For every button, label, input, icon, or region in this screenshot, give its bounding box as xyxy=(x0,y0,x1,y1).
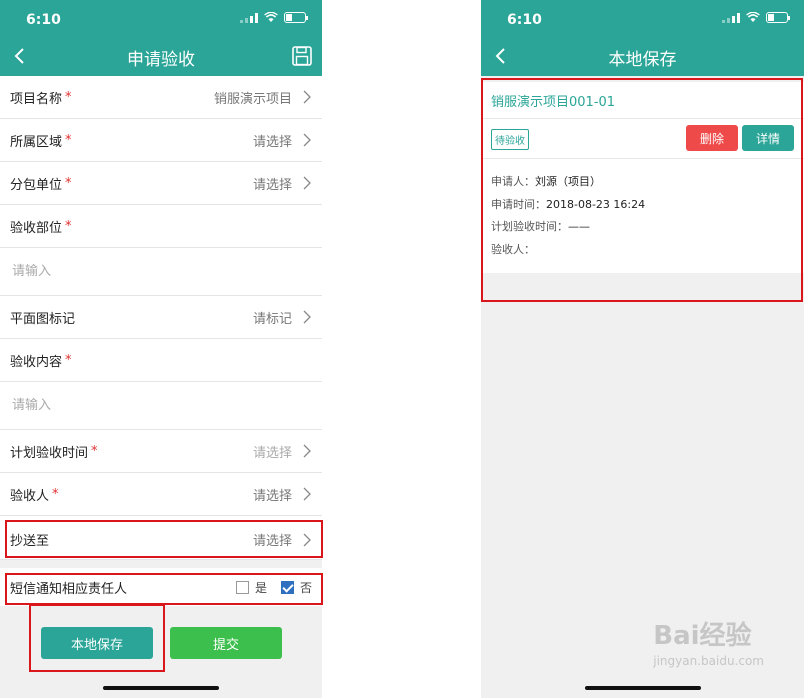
inspector-row[interactable]: 验收人 * 请选择 xyxy=(0,473,322,516)
back-arrow-icon[interactable] xyxy=(8,44,32,68)
plan-mark-row[interactable]: 平面图标记 请标记 xyxy=(0,296,322,339)
sms-options: 是 否 xyxy=(235,579,312,596)
applicant-line: 申请人：刘源（项目） xyxy=(491,171,794,194)
row-label: 平面图标记 xyxy=(10,311,76,327)
required-mark: * xyxy=(65,175,72,191)
apply-time-value: 2018-08-23 16:24 xyxy=(546,197,646,211)
right-phone-screen: 6:10 本地保存 销服演示项目001-01 待验收 删除 详情 申请人：刘源（… xyxy=(481,0,804,698)
sms-yes-label: 是 xyxy=(254,580,267,595)
apply-time-label: 申请时间： xyxy=(491,197,546,211)
required-mark: * xyxy=(52,486,59,502)
accept-part-input[interactable]: 请输入 xyxy=(0,248,322,296)
status-time: 6:10 xyxy=(507,12,542,28)
watermark-text: Bai经验 xyxy=(653,621,752,651)
inspector-line: 验收人： xyxy=(491,239,794,262)
page-title: 本地保存 xyxy=(608,49,677,70)
inspector-label: 验收人： xyxy=(491,242,535,256)
system-icons xyxy=(240,12,308,23)
signal-icon xyxy=(240,12,258,23)
accept-part-row: 验收部位 * xyxy=(0,205,322,248)
sms-label: 短信通知相应责任人 xyxy=(10,581,128,597)
plan-time-value: —— xyxy=(568,220,590,233)
home-indicator xyxy=(103,686,219,690)
row-value: 请选择 xyxy=(252,177,292,193)
required-mark: * xyxy=(65,218,72,234)
accept-form: 项目名称 * 销服演示项目 所属区域 * 请选择 分包单位 * 请选择 验收部位 * 请… xyxy=(0,76,322,560)
plan-time-label: 计划验收时间： xyxy=(491,220,568,233)
required-mark: * xyxy=(91,443,98,459)
battery-icon xyxy=(284,12,308,23)
signal-icon xyxy=(722,12,740,23)
submit-button[interactable]: 提交 xyxy=(170,627,282,659)
apply-time-line: 申请时间：2018-08-23 16:24 xyxy=(491,194,794,217)
project-title: 销服演示项目001-01 xyxy=(481,82,804,119)
cc-row[interactable]: 抄送至 请选择 xyxy=(0,516,322,560)
row-value: 请选择 xyxy=(252,445,292,461)
required-mark: * xyxy=(65,89,72,105)
wifi-icon xyxy=(746,12,760,22)
card-info: 申请人：刘源（项目） 申请时间：2018-08-23 16:24 计划验收时间：… xyxy=(481,159,804,273)
sms-notify-row: 短信通知相应责任人 是 否 xyxy=(0,568,322,606)
delete-button[interactable]: 删除 xyxy=(686,125,738,151)
save-disk-icon[interactable] xyxy=(292,46,312,66)
detail-button[interactable]: 详情 xyxy=(742,125,794,151)
row-label: 验收部位 xyxy=(10,220,63,236)
chevron-right-icon xyxy=(303,444,311,458)
required-mark: * xyxy=(65,352,72,368)
nav-bar: 本地保存 xyxy=(481,38,804,76)
chevron-right-icon xyxy=(303,310,311,324)
row-label: 计划验收时间 xyxy=(10,445,89,461)
chevron-right-icon xyxy=(303,133,311,147)
row-value: 请标记 xyxy=(252,311,292,327)
row-label: 项目名称 xyxy=(10,91,63,107)
status-bar: 6:10 xyxy=(481,0,804,38)
card-actions: 待验收 删除 详情 xyxy=(481,119,804,159)
sms-no-label: 否 xyxy=(299,580,312,595)
saved-item-card[interactable]: 销服演示项目001-01 待验收 删除 详情 申请人：刘源（项目） 申请时间：2… xyxy=(481,82,804,273)
back-arrow-icon[interactable] xyxy=(489,44,513,68)
region-row[interactable]: 所属区域 * 请选择 xyxy=(0,119,322,162)
applicant-label: 申请人： xyxy=(491,175,535,188)
sms-no-checkbox[interactable] xyxy=(280,580,294,594)
system-icons xyxy=(722,12,790,23)
accept-content-input[interactable]: 请输入 xyxy=(0,382,322,430)
chevron-right-icon xyxy=(303,90,311,104)
status-time: 6:10 xyxy=(26,12,61,28)
watermark-url: jingyan.baidu.com xyxy=(653,654,764,668)
left-phone-screen: 6:10 申请验收 项目名称 * 销服演示项目 所属区域 * 请选择 分包单位 * 请… xyxy=(0,0,322,698)
row-value: 请选择 xyxy=(252,534,292,549)
status-badge: 待验收 xyxy=(491,129,529,150)
battery-icon xyxy=(766,12,790,23)
chevron-right-icon xyxy=(303,487,311,501)
local-save-button[interactable]: 本地保存 xyxy=(41,627,153,659)
project-name-row[interactable]: 项目名称 * 销服演示项目 xyxy=(0,76,322,119)
home-indicator xyxy=(585,686,701,690)
plan-time-line: 计划验收时间：—— xyxy=(491,216,794,239)
row-label: 抄送至 xyxy=(10,534,50,549)
baidu-watermark: Bai经验 jingyan.baidu.com xyxy=(653,615,764,668)
row-label: 验收人 xyxy=(10,488,50,504)
chevron-right-icon xyxy=(303,533,311,546)
plan-time-row[interactable]: 计划验收时间 * 请选择 xyxy=(0,430,322,473)
row-label: 验收内容 xyxy=(10,354,63,370)
applicant-value: 刘源（项目） xyxy=(535,175,601,188)
subcontractor-row[interactable]: 分包单位 * 请选择 xyxy=(0,162,322,205)
required-mark: * xyxy=(65,132,72,148)
row-value: 销服演示项目 xyxy=(213,91,292,107)
status-bar: 6:10 xyxy=(0,0,322,38)
page-title: 申请验收 xyxy=(127,49,195,70)
sms-yes-checkbox[interactable] xyxy=(235,580,249,594)
wifi-icon xyxy=(264,12,278,22)
chevron-right-icon xyxy=(303,176,311,190)
row-value: 请选择 xyxy=(252,134,292,150)
nav-bar: 申请验收 xyxy=(0,38,322,76)
row-value: 请选择 xyxy=(252,488,292,504)
row-label: 所属区域 xyxy=(10,134,63,150)
accept-content-row: 验收内容 * xyxy=(0,339,322,382)
row-label: 分包单位 xyxy=(10,177,63,193)
